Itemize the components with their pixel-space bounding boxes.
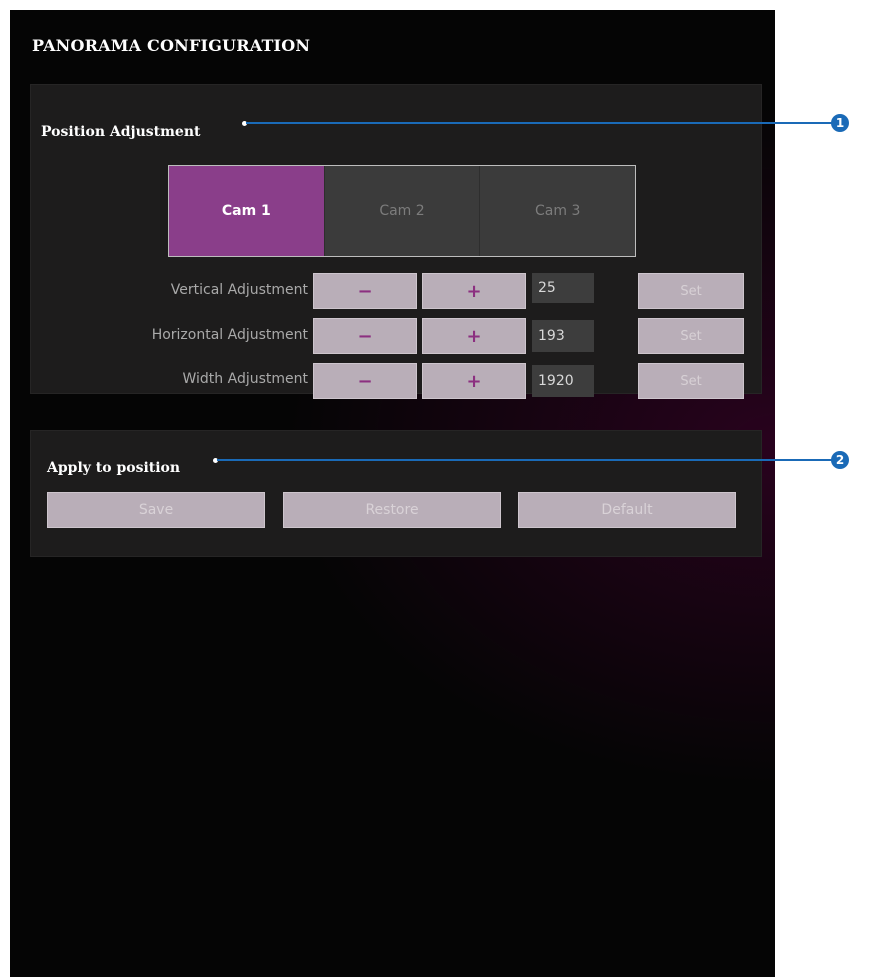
- callout-1-badge: 1: [831, 114, 849, 132]
- vertical-plus-button[interactable]: +: [422, 273, 526, 309]
- vertical-value-field[interactable]: 25: [532, 273, 594, 303]
- width-value-field[interactable]: 1920: [532, 365, 594, 397]
- width-set-button[interactable]: Set: [638, 363, 744, 399]
- callout-1-line: [246, 122, 832, 124]
- tab-cam-1[interactable]: Cam 1: [169, 166, 325, 256]
- vertical-set-button[interactable]: Set: [638, 273, 744, 309]
- vertical-minus-button[interactable]: −: [313, 273, 417, 309]
- tab-cam-2[interactable]: Cam 2: [324, 166, 481, 256]
- width-adjustment-label: Width Adjustment: [182, 371, 308, 387]
- horizontal-minus-button[interactable]: −: [313, 318, 417, 354]
- default-button[interactable]: Default: [518, 492, 736, 528]
- horizontal-adjustment-label: Horizontal Adjustment: [151, 327, 308, 343]
- callout-2-badge: 2: [831, 451, 849, 469]
- horizontal-value-field[interactable]: 193: [532, 320, 594, 352]
- callout-2-line: [217, 459, 832, 461]
- vertical-adjustment-label: Vertical Adjustment: [170, 282, 308, 298]
- panorama-config-panel: PANORAMA CONFIGURATION Position Adjustme…: [10, 10, 775, 977]
- horizontal-set-button[interactable]: Set: [638, 318, 744, 354]
- apply-to-position-title: Apply to position: [47, 460, 181, 476]
- apply-to-position-section: Apply to position Save Restore Default: [30, 430, 762, 557]
- horizontal-plus-button[interactable]: +: [422, 318, 526, 354]
- page-title: PANORAMA CONFIGURATION: [32, 36, 311, 55]
- position-adjustment-section: Position Adjustment Cam 1 Cam 2 Cam 3 Ve…: [30, 84, 762, 399]
- save-button[interactable]: Save: [47, 492, 265, 528]
- restore-button[interactable]: Restore: [283, 492, 501, 528]
- position-adjustment-title: Position Adjustment: [41, 124, 201, 140]
- width-plus-button[interactable]: +: [422, 363, 526, 399]
- tab-cam-3[interactable]: Cam 3: [480, 166, 636, 256]
- width-minus-button[interactable]: −: [313, 363, 417, 399]
- camera-tabs: Cam 1 Cam 2 Cam 3: [168, 165, 636, 257]
